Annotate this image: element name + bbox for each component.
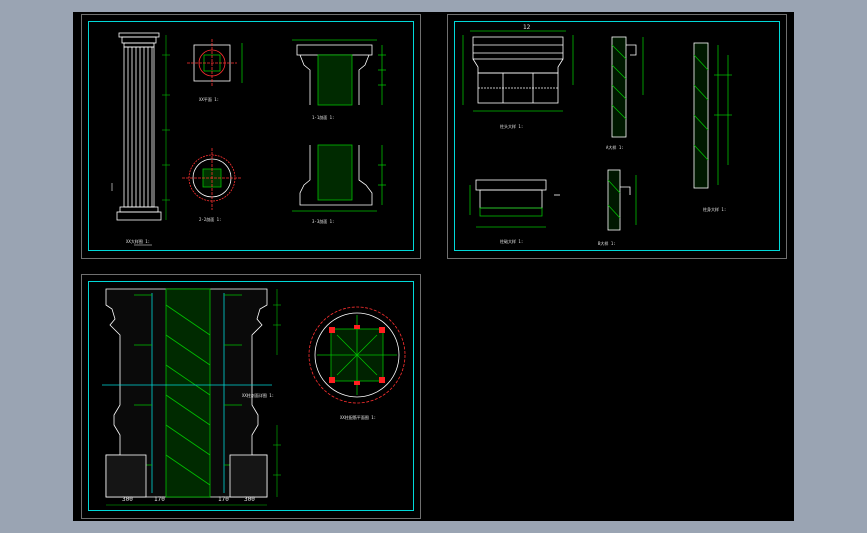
column-elevation: [116, 32, 162, 221]
sheet3-elevation-label: XX柱剖面详图 1:: [242, 392, 274, 398]
sheet-2-drawing: 12 柱头大样 1: A大样 1: 柱身大样 1: 柱础大样 1: B大样 1:: [462, 24, 732, 246]
sheet-1-drawing: XX大样图 1: XX平面 1: 2-2剖面 1: 1-1剖面 1: 3-3剖面…: [111, 32, 386, 246]
base-label: 柱础大样 1:: [500, 238, 523, 244]
sheet-3-drawing: 300 170 170 300 XX柱剖面详图 1: XX柱配筋平面图 1:: [102, 288, 406, 506]
shaft-detail: [693, 42, 732, 189]
capital-section: [292, 39, 386, 106]
drawing-sheet-3[interactable]: 300 170 170 300 XX柱剖面详图 1: XX柱配筋平面图 1:: [81, 274, 421, 519]
dim-300-left: 300: [122, 496, 133, 503]
drawing-sheet-1[interactable]: XX大样图 1: XX平面 1: 2-2剖面 1: 1-1剖面 1: 3-3剖面…: [81, 14, 421, 259]
column-elevation-dims: [111, 35, 170, 220]
dim-170-right: 170: [218, 496, 229, 503]
drawing-sheet-2[interactable]: 12 柱头大样 1: A大样 1: 柱身大样 1: 柱础大样 1: B大样 1:: [447, 14, 787, 259]
sheet3-section-label: XX柱配筋平面图 1:: [340, 414, 376, 420]
round-section: [182, 148, 242, 210]
plan-view: [187, 39, 243, 87]
model-space-canvas[interactable]: XX大样图 1: XX平面 1: 2-2剖面 1: 1-1剖面 1: 3-3剖面…: [73, 12, 794, 521]
plan-label: XX平面 1:: [199, 97, 219, 102]
base-section: [292, 144, 386, 212]
capital-section-label: 1-1剖面 1:: [312, 114, 334, 120]
base-profile: [469, 179, 560, 228]
dim-300-right: 300: [244, 496, 255, 503]
detail-a-label: A大样 1:: [606, 144, 624, 150]
detail-b-label: B大样 1:: [598, 240, 616, 246]
capital-elevation: [462, 30, 574, 112]
round-section-label: 2-2剖面 1:: [199, 216, 221, 222]
base-section-label: 3-3剖面 1:: [312, 218, 334, 224]
dim-170-left: 170: [154, 496, 165, 503]
detail-a: [611, 36, 644, 138]
capital-dimension: 12: [523, 24, 531, 31]
elevation-label: XX大样图 1:: [126, 238, 150, 244]
detail-b: [607, 169, 637, 231]
shaft-label: 柱身大样 1:: [703, 206, 726, 212]
reinforcement-section: [308, 306, 406, 404]
capital-label: 柱头大样 1:: [500, 123, 523, 129]
